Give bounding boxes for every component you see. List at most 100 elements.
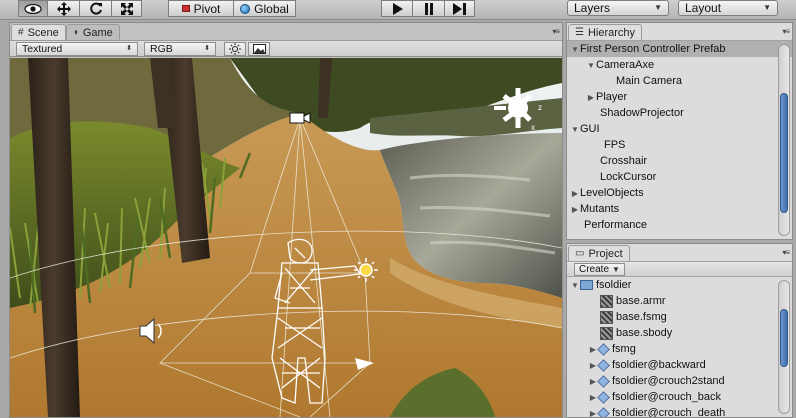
hierarchy-item[interactable]: ▶ Mutants (567, 201, 792, 217)
hierarchy-item[interactable]: ▶ Player (567, 89, 792, 105)
create-label: Create (579, 264, 610, 275)
hierarchy-item[interactable]: ShadowProjector (567, 105, 792, 121)
project-item[interactable]: ▶ fsoldier@crouch_death (567, 405, 792, 417)
expand-triangle-icon[interactable]: ▼ (586, 61, 596, 70)
project-scrollbar[interactable] (778, 280, 790, 414)
project-item[interactable]: base.fsmg (567, 309, 792, 325)
tab-game[interactable]: ◖ Game (65, 24, 120, 40)
scene-viewport[interactable]: z x (10, 58, 562, 417)
view-tool-button[interactable] (18, 0, 48, 17)
collapsed-triangle-icon[interactable]: ▶ (586, 93, 596, 102)
project-item[interactable]: ▶ fsoldier@crouch2stand (567, 373, 792, 389)
hierarchy-item[interactable]: FPS (567, 137, 792, 153)
layout-dropdown[interactable]: Layout ▼ (678, 0, 778, 16)
scale-tool-button[interactable] (112, 0, 142, 17)
project-item[interactable]: base.armr (567, 293, 792, 309)
color-mode-select[interactable]: RGB ⬍ (144, 42, 216, 56)
prefab-icon (597, 374, 610, 388)
expand-triangle-icon[interactable]: ▼ (570, 125, 580, 134)
create-dropdown[interactable]: Create ▼ (574, 263, 625, 276)
hierarchy-item-label: Crosshair (600, 155, 648, 167)
pivot-label: Pivot (193, 1, 221, 16)
hierarchy-item[interactable]: ▼ CameraAxe (567, 57, 792, 73)
tab-hierarchy[interactable]: ☰ Hierarchy (568, 24, 643, 40)
layout-label: Layout (685, 1, 722, 15)
tab-label: Scene (27, 26, 59, 39)
expand-triangle-icon[interactable]: ▼ (570, 45, 580, 54)
project-item-label: fsmg (612, 343, 636, 355)
render-mode-select[interactable]: Textured ⬍ (16, 42, 138, 56)
panel-menu-icon[interactable]: ▾≡ (552, 27, 560, 36)
step-icon (453, 2, 466, 15)
collapsed-triangle-icon[interactable]: ▶ (570, 189, 580, 198)
hierarchy-scroll-thumb[interactable] (780, 93, 788, 213)
prefab-icon (597, 406, 610, 417)
hierarchy-item[interactable]: ▼ GUI (567, 121, 792, 137)
project-item[interactable]: ▶ fsoldier@backward (567, 357, 792, 373)
scene-tabbar: # Scene ◖ Game ▾≡ (10, 23, 562, 40)
step-button[interactable] (445, 0, 475, 17)
rotate-tool-button[interactable] (80, 0, 112, 17)
move-arrows-icon (56, 1, 71, 16)
scene-panel: # Scene ◖ Game ▾≡ Textured ⬍ RGB ⬍ z x (9, 22, 563, 418)
hierarchy-item[interactable]: ▶ LevelObjects (567, 185, 792, 201)
chevron-down-icon: ▼ (612, 264, 620, 274)
pacman-icon: ◖ (72, 27, 79, 38)
svg-text:z: z (538, 103, 542, 112)
scene-fx-toggle[interactable] (248, 42, 270, 56)
project-item[interactable]: ▶ fsmg (567, 341, 792, 357)
tab-label: Hierarchy (587, 26, 636, 39)
panel-menu-icon[interactable]: ▾≡ (782, 27, 790, 36)
hash-icon: # (18, 27, 24, 38)
hierarchy-panel: ☰ Hierarchy ▾≡ ▼ First Person Controller … (566, 22, 793, 240)
scene-control-bar: Textured ⬍ RGB ⬍ (10, 40, 562, 57)
project-item[interactable]: ▼ fsoldier (567, 277, 792, 293)
project-scroll-thumb[interactable] (780, 309, 788, 367)
hierarchy-item[interactable]: ▼ First Person Controller Prefab (567, 41, 792, 57)
globe-icon (240, 3, 251, 14)
texture-icon (600, 310, 613, 324)
expand-triangle-icon[interactable]: ▼ (570, 281, 580, 290)
hierarchy-item[interactable]: Crosshair (567, 153, 792, 169)
project-item[interactable]: base.sbody (567, 325, 792, 341)
project-panel: ▭ Project ▾≡ Create ▼ ▼ fsoldier base.arm… (566, 243, 793, 418)
hierarchy-item-label: Player (596, 91, 628, 103)
transform-tools (18, 0, 142, 17)
hierarchy-tabbar: ☰ Hierarchy ▾≡ (567, 23, 792, 40)
collapsed-triangle-icon[interactable]: ▶ (570, 205, 580, 214)
folder-tab-icon: ▭ (575, 248, 585, 259)
updown-arrow-icon: ⬍ (126, 45, 132, 52)
hierarchy-item-label: Performance (584, 219, 647, 231)
chevron-down-icon: ▼ (763, 3, 771, 12)
play-controls (381, 0, 475, 17)
hierarchy-item-label: FPS (604, 139, 626, 151)
tab-project[interactable]: ▭ Project (568, 245, 630, 261)
hierarchy-item[interactable]: LockCursor (567, 169, 792, 185)
scene-lighting-toggle[interactable] (224, 42, 246, 56)
list-icon: ☰ (575, 27, 584, 38)
tab-scene[interactable]: # Scene (11, 24, 66, 40)
chevron-down-icon: ▼ (654, 3, 662, 12)
pivot-toggle[interactable]: Pivot (168, 0, 234, 17)
sun-icon (229, 43, 241, 55)
pause-button[interactable] (413, 0, 445, 17)
play-icon (393, 2, 403, 15)
prefab-icon (597, 358, 610, 372)
hierarchy-item[interactable]: Main Camera (567, 73, 792, 89)
prefab-icon (597, 390, 610, 404)
hierarchy-item[interactable]: Performance (567, 217, 792, 233)
hierarchy-item-label: LevelObjects (580, 187, 644, 199)
hierarchy-item-label: Mutants (580, 203, 620, 215)
hierarchy-item-label: CameraAxe (596, 59, 655, 71)
play-button[interactable] (381, 0, 413, 17)
panel-menu-icon[interactable]: ▾≡ (782, 248, 790, 257)
project-item-label: fsoldier@backward (612, 359, 706, 371)
global-toggle[interactable]: Global (234, 0, 296, 17)
project-item[interactable]: ▶ fsoldier@crouch_back (567, 389, 792, 405)
scale-icon (120, 2, 133, 15)
layers-label: Layers (574, 1, 611, 15)
layers-dropdown[interactable]: Layers ▼ (567, 0, 669, 16)
image-icon (252, 44, 266, 54)
move-tool-button[interactable] (48, 0, 80, 17)
hierarchy-scrollbar[interactable] (778, 44, 790, 236)
